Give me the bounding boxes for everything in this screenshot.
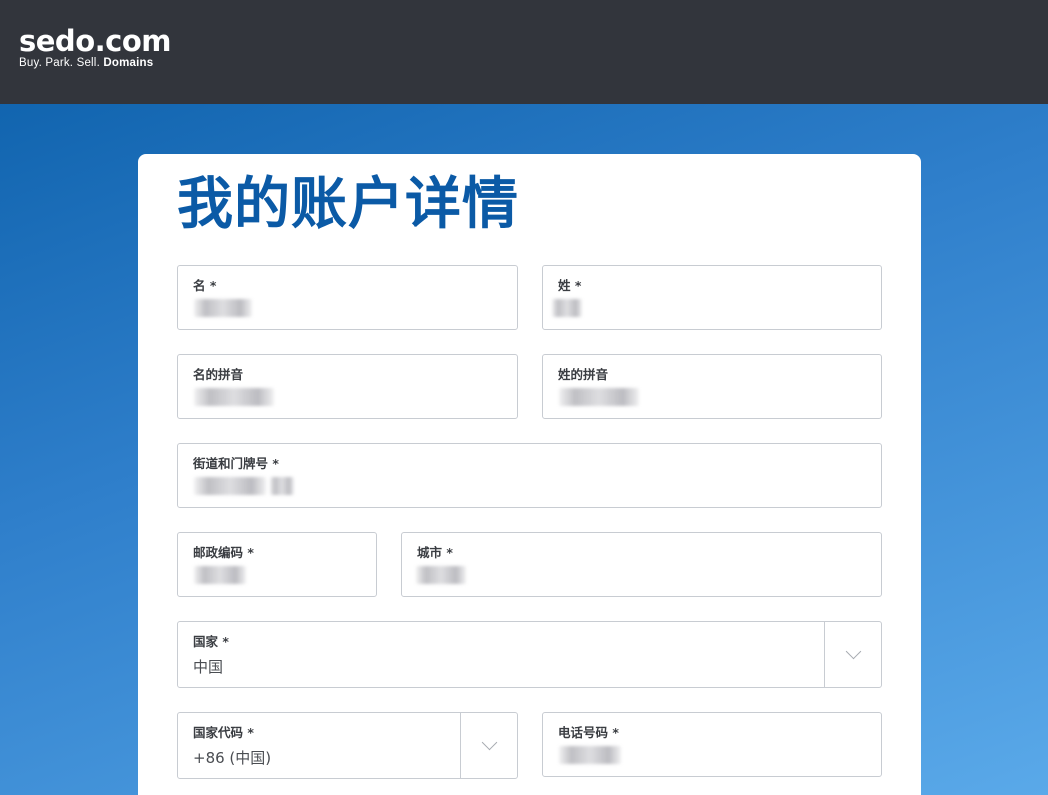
first-name-redacted-value <box>194 299 252 317</box>
city-label: 城市 * <box>417 545 453 560</box>
street-redacted-value <box>194 477 266 495</box>
country-code-select-divider <box>460 713 461 778</box>
first-name-pinyin-label: 名的拼音 <box>193 367 244 382</box>
first-name-field[interactable]: 名 * <box>177 265 518 330</box>
logo-tagline: Buy. Park. Sell. Domains <box>19 56 171 70</box>
country-select[interactable]: 国家 * 中国 <box>177 621 882 688</box>
last-name-pinyin-label: 姓的拼音 <box>558 367 609 382</box>
phone-label: 电话号码 * <box>558 725 619 740</box>
logo-wordmark: sedo.com <box>19 24 171 58</box>
page-title: 我的账户详情 <box>177 172 519 237</box>
last-name-redacted-value <box>552 299 582 317</box>
page: sedo.com Buy. Park. Sell. Domains 我的账户详情… <box>0 0 1048 795</box>
postal-code-field[interactable]: 邮政编码 * <box>177 532 377 597</box>
last-name-field[interactable]: 姓 * <box>542 265 882 330</box>
country-code-label: 国家代码 * <box>193 725 254 740</box>
postal-code-label: 邮政编码 * <box>193 545 254 560</box>
country-label: 国家 * <box>193 634 229 649</box>
chevron-down-icon[interactable] <box>481 734 498 751</box>
last-name-pinyin-redacted-value <box>559 388 639 406</box>
postal-code-redacted-value <box>194 566 246 584</box>
country-code-value: +86 (中国) <box>193 749 272 767</box>
logo-tagline-prefix: Buy. Park. Sell. <box>19 57 100 69</box>
top-header: sedo.com Buy. Park. Sell. Domains <box>0 0 1048 104</box>
street-redacted-value-2 <box>270 477 294 495</box>
phone-redacted-value <box>559 746 621 764</box>
first-name-pinyin-field[interactable]: 名的拼音 <box>177 354 518 419</box>
first-name-pinyin-redacted-value <box>194 388 274 406</box>
phone-field[interactable]: 电话号码 * <box>542 712 882 777</box>
sedo-logo[interactable]: sedo.com Buy. Park. Sell. Domains <box>19 26 171 70</box>
street-field[interactable]: 街道和门牌号 * <box>177 443 882 508</box>
account-details-card: 我的账户详情 名 * 姓 * 名的拼音 姓的拼音 街道和门牌号 * 邮政编码 * <box>138 154 921 795</box>
first-name-label: 名 * <box>193 278 217 293</box>
street-label: 街道和门牌号 * <box>193 456 279 471</box>
country-value: 中国 <box>193 658 224 676</box>
logo-tagline-strong: Domains <box>103 57 154 69</box>
chevron-down-icon[interactable] <box>845 643 862 660</box>
last-name-label: 姓 * <box>558 278 582 293</box>
city-redacted-value <box>416 566 466 584</box>
city-field[interactable]: 城市 * <box>401 532 882 597</box>
country-select-divider <box>824 622 825 687</box>
country-code-select[interactable]: 国家代码 * +86 (中国) <box>177 712 518 779</box>
last-name-pinyin-field[interactable]: 姓的拼音 <box>542 354 882 419</box>
